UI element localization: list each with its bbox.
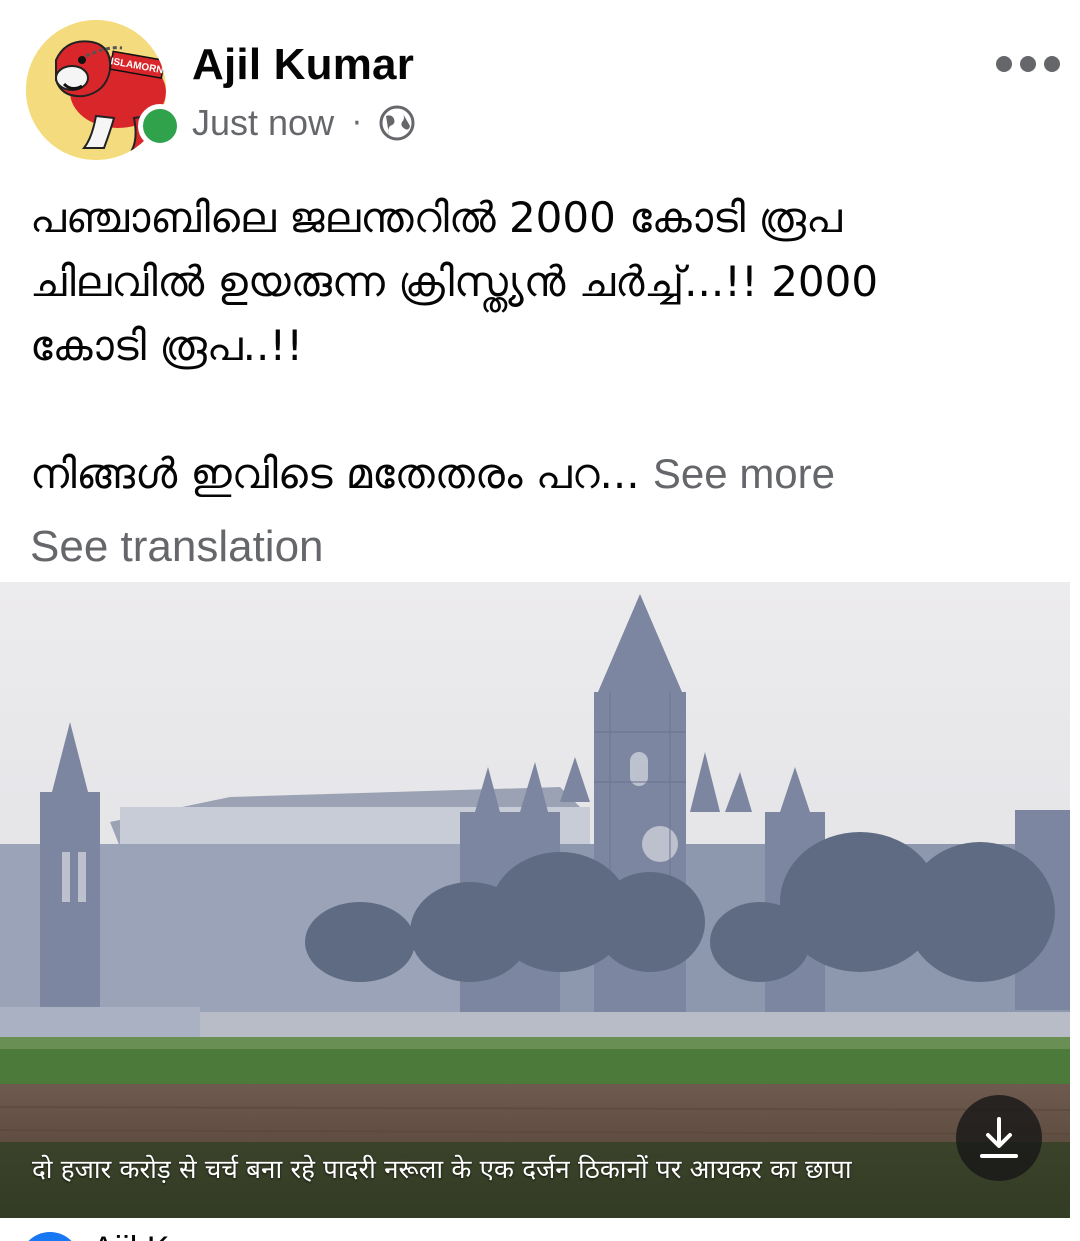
download-button[interactable]: [956, 1095, 1042, 1181]
post-text-paragraph: നിങ്ങൾ ഇവിടെ മതേതരം പറ... See more: [30, 442, 1050, 506]
post-text-line: കോടി രൂപ..!!: [30, 321, 304, 370]
post-text-truncated: നിങ്ങൾ ഇവിടെ മതേതരം പറ...: [30, 449, 640, 498]
post-text-line: ചിലവിൽ ഉയരുന്ന ക്രിസ്ത്യൻ ചർച്ച്...!! 20…: [30, 257, 879, 306]
more-options-button[interactable]: [996, 46, 1060, 82]
meta-separator: ·: [352, 105, 362, 141]
post-photo[interactable]: [0, 582, 1070, 1218]
photo-caption: दो हजार करोड़ से चर्च बना रहे पादरी नरूल…: [32, 1155, 852, 1185]
post-body: പഞ്ചാബിലെ ജലന്തറിൽ 2000 കോടി രൂപ ചിലവിൽ …: [30, 186, 1050, 506]
next-post-preview: Ajil K: [0, 1218, 1080, 1241]
post-meta: Just now ·: [192, 100, 416, 146]
download-icon: [980, 1117, 1018, 1158]
dot-icon: [1020, 56, 1036, 72]
see-translation-link[interactable]: See translation: [30, 522, 324, 572]
next-post-avatar[interactable]: [20, 1232, 80, 1241]
next-post-author[interactable]: Ajil K: [92, 1230, 169, 1241]
author-name[interactable]: Ajil Kumar: [192, 40, 414, 90]
see-more-link[interactable]: See more: [653, 450, 835, 497]
globe-icon[interactable]: [378, 104, 416, 142]
post-header: ISLAMORN Ajil Kumar Just now ·: [0, 0, 1080, 170]
online-status-indicator: [138, 104, 182, 148]
post-text-line: പഞ്ചാബിലെ ജലന്തറിൽ 2000 കോടി രൂപ: [30, 193, 842, 242]
post-timestamp[interactable]: Just now: [192, 102, 334, 144]
church-photo-image: [0, 582, 1070, 1218]
dot-icon: [996, 56, 1012, 72]
dot-icon: [1044, 56, 1060, 72]
